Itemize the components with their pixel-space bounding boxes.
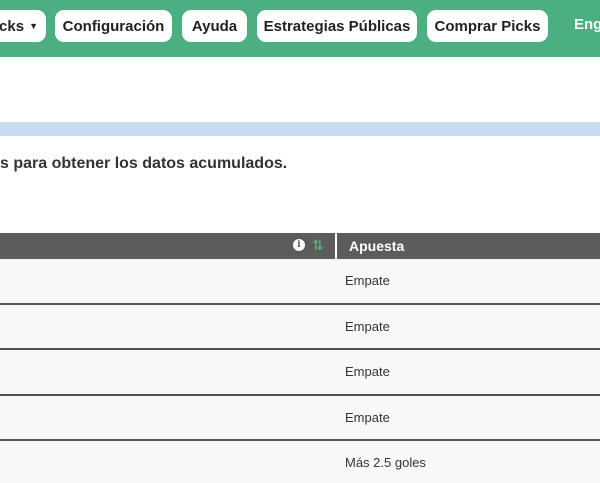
table-row[interactable]: Empate xyxy=(0,259,600,305)
info-strip xyxy=(0,122,600,136)
apuesta-cell: Empate xyxy=(345,318,390,334)
apuesta-cell: Más 2.5 goles xyxy=(345,455,426,470)
notice-text: s para obtener los datos acumulados. xyxy=(0,155,288,172)
estrategias-publicas-button[interactable]: Estrategias Públicas xyxy=(257,10,417,42)
apuesta-cell: Empate xyxy=(345,273,390,288)
sort-icon[interactable]: ⇅ xyxy=(312,237,324,254)
results-table: i ⇅ Apuesta Empate Empate Empate Empate … xyxy=(0,233,600,483)
table-row[interactable]: Empate xyxy=(0,304,600,350)
apuesta-cell: Empate xyxy=(345,409,390,425)
table-row[interactable]: Empate xyxy=(0,350,600,396)
caret-down-icon: ▼ xyxy=(29,21,38,31)
picks-label: cks xyxy=(0,17,25,35)
table-row[interactable]: Empate xyxy=(0,395,600,441)
picks-dropdown-button[interactable]: cks ▼ xyxy=(0,10,46,42)
comprar-picks-button[interactable]: Comprar Picks xyxy=(427,10,548,42)
apuesta-cell: Empate xyxy=(345,364,390,379)
language-link[interactable]: Eng xyxy=(574,16,600,33)
ayuda-button[interactable]: Ayuda xyxy=(182,10,247,42)
info-icon[interactable]: i xyxy=(293,239,305,251)
table-header: i ⇅ Apuesta xyxy=(0,233,600,259)
table-row[interactable]: Más 2.5 goles xyxy=(0,441,600,483)
configuracion-button[interactable]: Configuración xyxy=(55,10,172,42)
column-divider xyxy=(335,233,337,259)
column-header-apuesta[interactable]: Apuesta xyxy=(349,238,404,254)
top-navbar: cks ▼ Configuración Ayuda Estrategias Pú… xyxy=(0,0,600,57)
